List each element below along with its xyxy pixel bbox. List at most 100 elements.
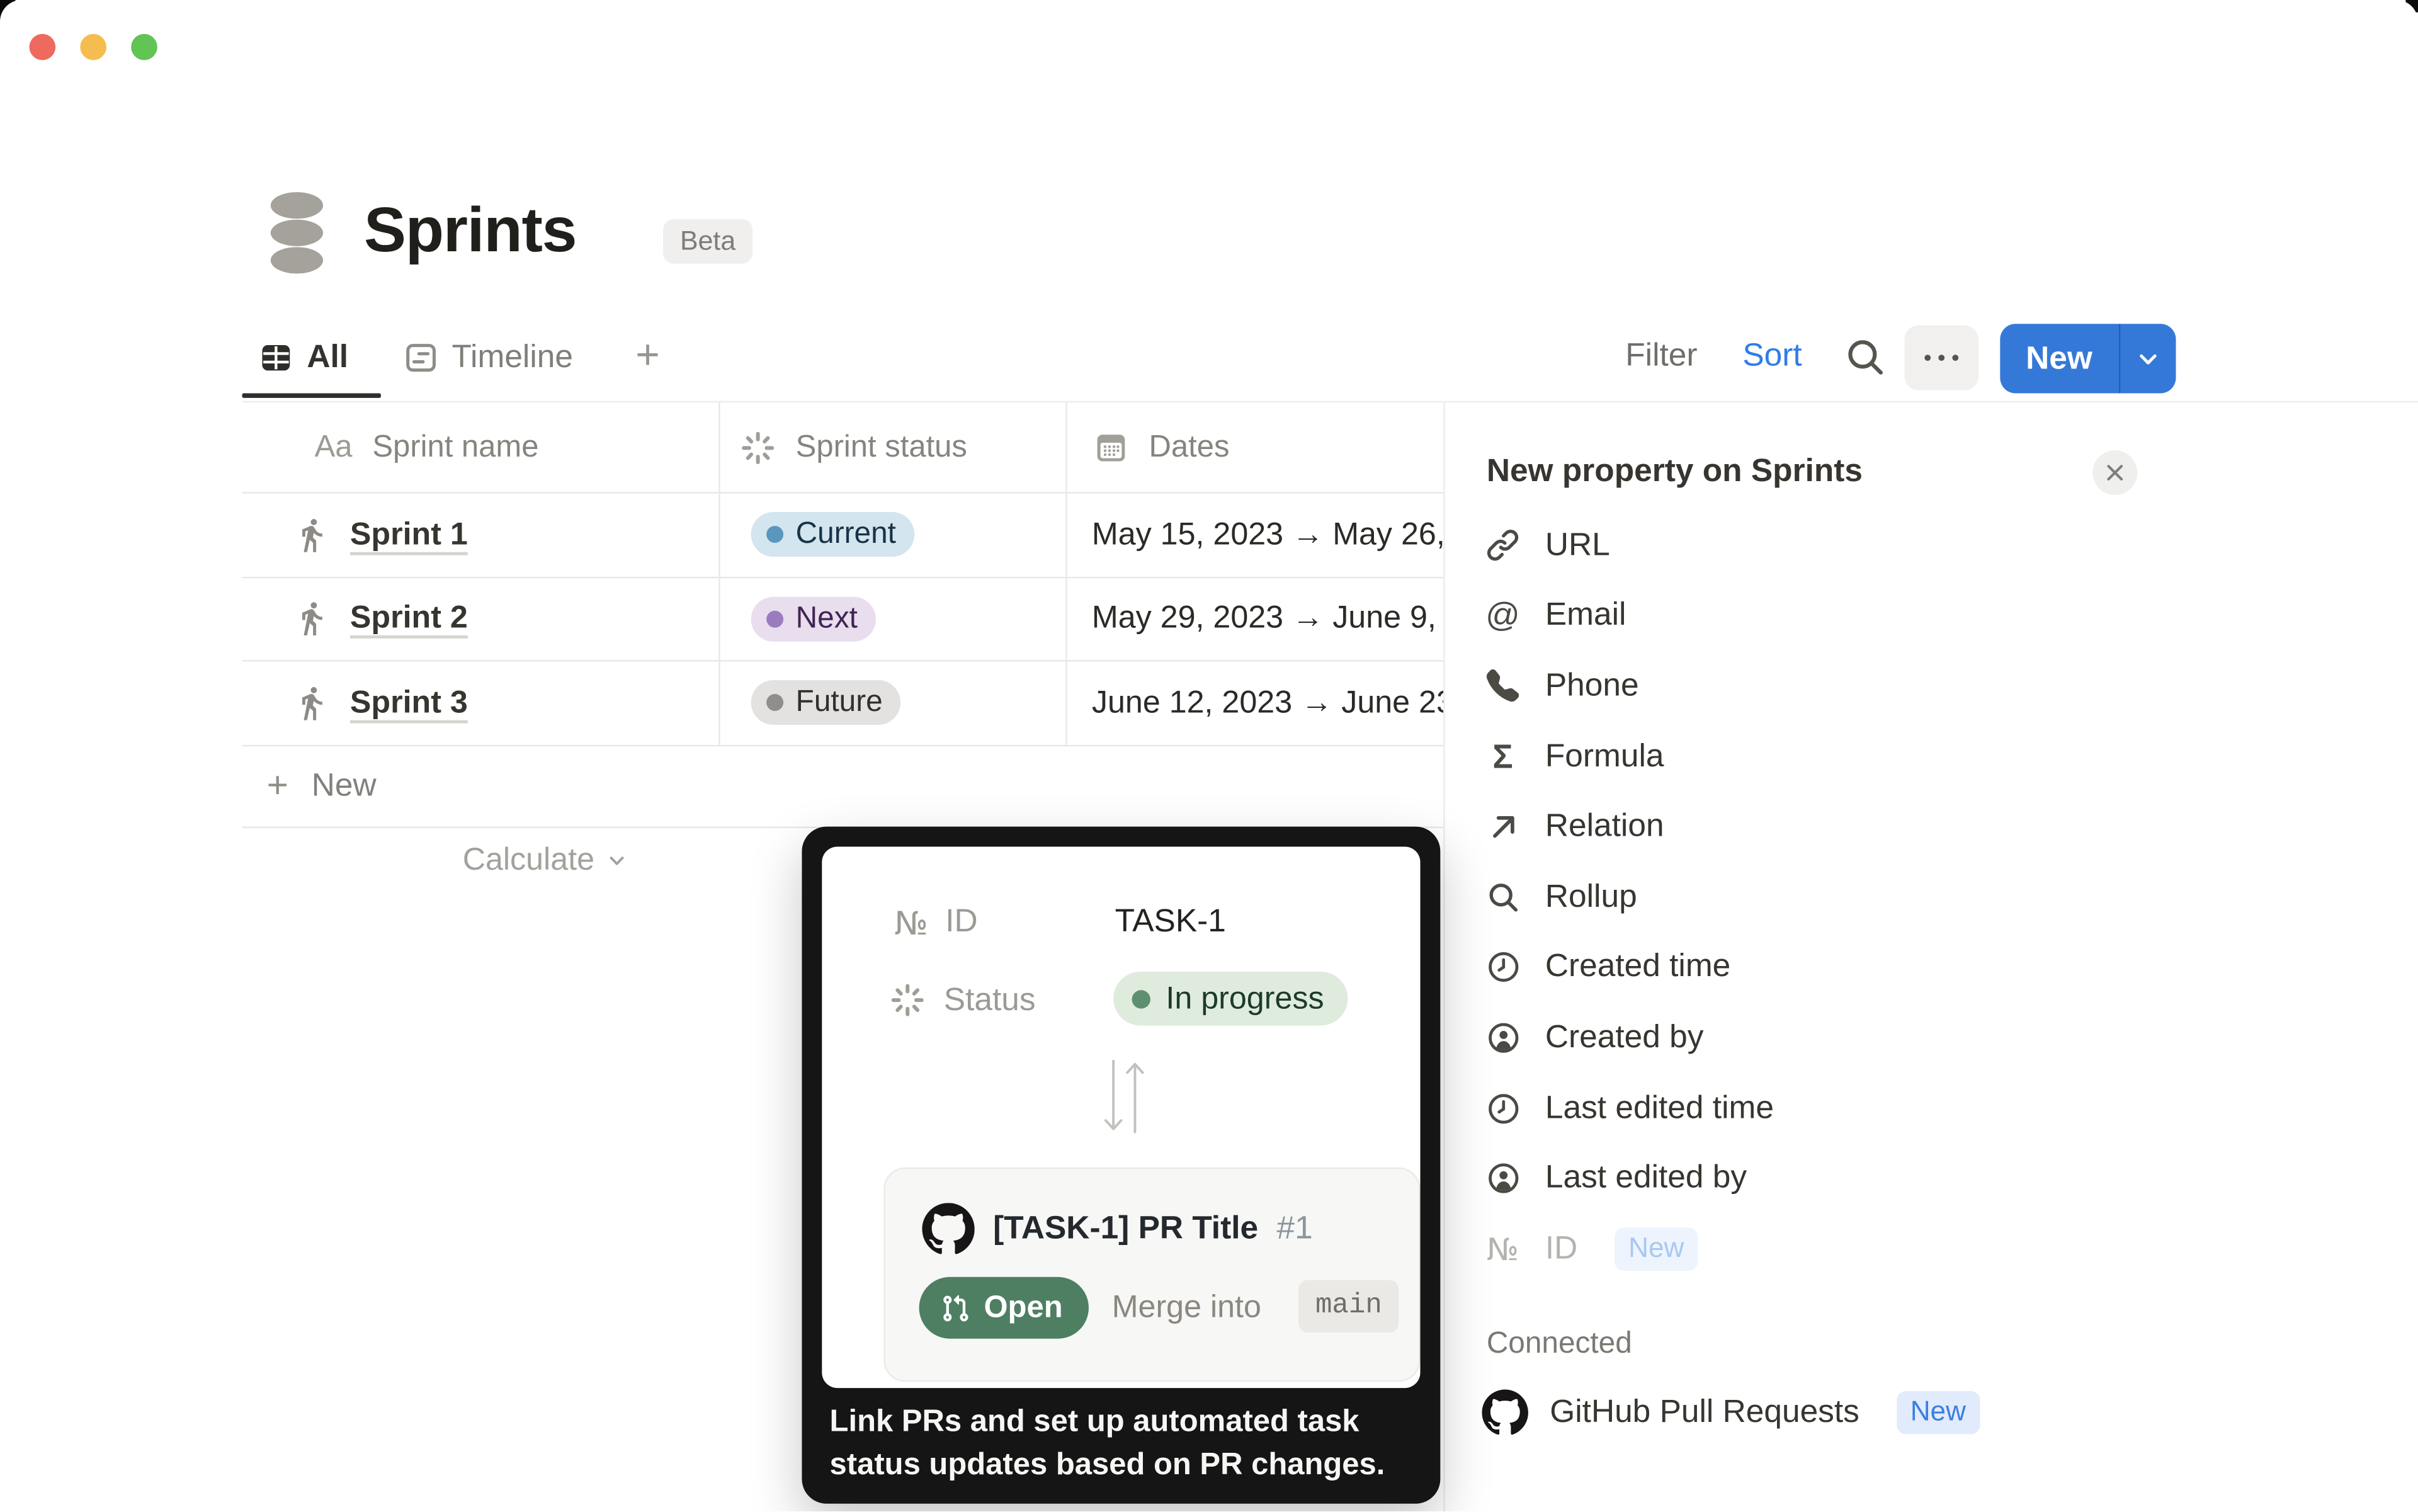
column-label: Sprint name (372, 429, 538, 465)
property-item-relation[interactable]: Relation (1482, 792, 2345, 862)
filter-button[interactable]: Filter (1625, 338, 1697, 375)
numero-icon: № (1482, 1231, 1523, 1268)
pr-number: #1 (1277, 1210, 1313, 1248)
calendar-icon (1093, 429, 1128, 465)
status-badge-in-progress: In progress (1113, 972, 1347, 1026)
new-property-panel: New property on Sprints URL @ (1443, 402, 2418, 1512)
sprints-table: Aa Sprint name Sprint status (242, 402, 1443, 827)
sync-arrows-icon (1101, 1059, 1147, 1134)
cell-sprint-name[interactable]: Sprint 3 (242, 662, 720, 744)
app-window: Sprints Beta All (0, 0, 2418, 1512)
calculate-dropdown[interactable]: Calculate (463, 842, 628, 879)
connected-item-github-pull-requests[interactable]: GitHub Pull Requests New (1482, 1375, 2345, 1449)
add-row-label: New (312, 768, 377, 805)
active-tab-underline (242, 393, 380, 397)
property-item-url[interactable]: URL (1482, 511, 2345, 581)
pr-open-badge: Open (919, 1277, 1089, 1339)
chevron-down-icon[interactable] (2120, 324, 2176, 393)
column-header-sprint-status[interactable]: Sprint status (720, 402, 1067, 492)
status-badge: Current (751, 513, 915, 557)
sprint-name-link[interactable]: Sprint 1 (350, 516, 468, 554)
property-item-rollup[interactable]: Rollup (1482, 862, 2345, 933)
sprint-name-link[interactable]: Sprint 3 (350, 685, 468, 722)
tab-timeline[interactable]: Timeline (404, 324, 573, 392)
chevron-down-icon (607, 850, 628, 871)
promo-caption: Link PRs and set up automated task statu… (830, 1401, 1419, 1487)
id-field-label: ID (945, 904, 977, 941)
property-item-phone[interactable]: Phone (1482, 651, 2345, 722)
add-view-button[interactable]: + (625, 321, 671, 389)
tab-all-label: All (307, 339, 348, 377)
status-spinner-icon (741, 429, 776, 465)
status-dot (766, 611, 783, 628)
zoom-window-button[interactable] (131, 34, 157, 60)
link-icon (1482, 528, 1523, 563)
database-icon[interactable] (265, 191, 328, 275)
property-item-email[interactable]: @ Email (1482, 581, 2345, 651)
runner-icon (293, 601, 330, 638)
minimize-window-button[interactable] (80, 34, 106, 60)
property-item-created-time[interactable]: Created time (1482, 933, 2345, 1003)
cell-sprint-status[interactable]: Next (720, 577, 1067, 660)
cell-sprint-name[interactable]: Sprint 2 (242, 577, 720, 660)
cell-dates[interactable]: May 29, 2023 → June 9, 2023 (1067, 577, 1444, 660)
cell-sprint-status[interactable]: Future (720, 662, 1067, 744)
table-view-icon (259, 341, 293, 375)
tab-all[interactable]: All (259, 324, 348, 392)
property-item-id[interactable]: № ID New (1482, 1214, 2345, 1284)
phone-icon (1482, 670, 1523, 702)
property-item-created-by[interactable]: Created by (1482, 1003, 2345, 1073)
github-integration-promo-card: № ID TASK-1 Status In progress (802, 827, 1440, 1504)
arrow-up-right-icon (1482, 810, 1523, 844)
beta-badge: Beta (663, 219, 752, 264)
runner-icon (293, 685, 330, 722)
close-icon (2103, 461, 2126, 484)
new-badge: New (1897, 1390, 1980, 1434)
column-header-sprint-name[interactable]: Aa Sprint name (242, 402, 720, 492)
clock-icon (1482, 1091, 1523, 1125)
person-icon (1482, 1021, 1523, 1055)
table-row: Sprint 1 Current May 15, 2023 → May 26, … (242, 494, 1443, 578)
calculate-label: Calculate (463, 842, 594, 879)
cell-sprint-status[interactable]: Current (720, 494, 1067, 576)
id-field-value: TASK-1 (1115, 904, 1226, 941)
panel-title: New property on Sprints (1487, 453, 1863, 491)
property-item-last-edited-time[interactable]: Last edited time (1482, 1073, 2345, 1144)
timeline-view-icon (404, 341, 438, 375)
property-item-last-edited-by[interactable]: Last edited by (1482, 1144, 2345, 1214)
cell-sprint-name[interactable]: Sprint 1 (242, 494, 720, 576)
sigma-icon: Σ (1482, 737, 1523, 777)
pr-title: [TASK-1] PR Title (993, 1210, 1258, 1248)
column-label: Sprint status (796, 429, 967, 465)
search-icon[interactable] (1844, 336, 1886, 378)
clock-icon (1482, 950, 1523, 984)
sort-button[interactable]: Sort (1742, 338, 1802, 375)
table-header-row: Aa Sprint name Sprint status (242, 402, 1443, 493)
runner-icon (293, 516, 330, 554)
promo-inner-card: № ID TASK-1 Status In progress (822, 846, 1420, 1388)
github-icon (922, 1203, 974, 1255)
magnifier-icon (1482, 880, 1523, 914)
close-panel-button[interactable] (2092, 450, 2137, 495)
plus-icon: + (267, 768, 288, 805)
text-property-icon: Aa (315, 429, 353, 465)
new-record-label[interactable]: New (2000, 324, 2118, 393)
status-dot (766, 526, 783, 543)
status-badge: Next (751, 596, 877, 641)
page-title[interactable]: Sprints (364, 195, 576, 267)
cell-dates[interactable]: June 12, 2023 → June 23, 2023 (1067, 662, 1444, 744)
property-type-list: URL @ Email Phone Σ Formula (1482, 511, 2345, 1449)
property-item-formula[interactable]: Σ Formula (1482, 722, 2345, 792)
status-badge: Future (751, 681, 901, 725)
branch-chip: main (1298, 1280, 1399, 1333)
tab-timeline-label: Timeline (452, 339, 573, 377)
add-row-button[interactable]: + New (242, 746, 1443, 828)
close-window-button[interactable] (30, 34, 56, 60)
more-options-button[interactable] (1904, 326, 1978, 390)
at-icon: @ (1482, 596, 1523, 636)
new-record-button[interactable]: New (2000, 324, 2176, 393)
sprint-name-link[interactable]: Sprint 2 (350, 601, 468, 638)
column-header-dates[interactable]: Dates (1067, 402, 1444, 492)
status-field-label: Status (944, 982, 1036, 1020)
cell-dates[interactable]: May 15, 2023 → May 26, 2023 (1067, 494, 1444, 576)
